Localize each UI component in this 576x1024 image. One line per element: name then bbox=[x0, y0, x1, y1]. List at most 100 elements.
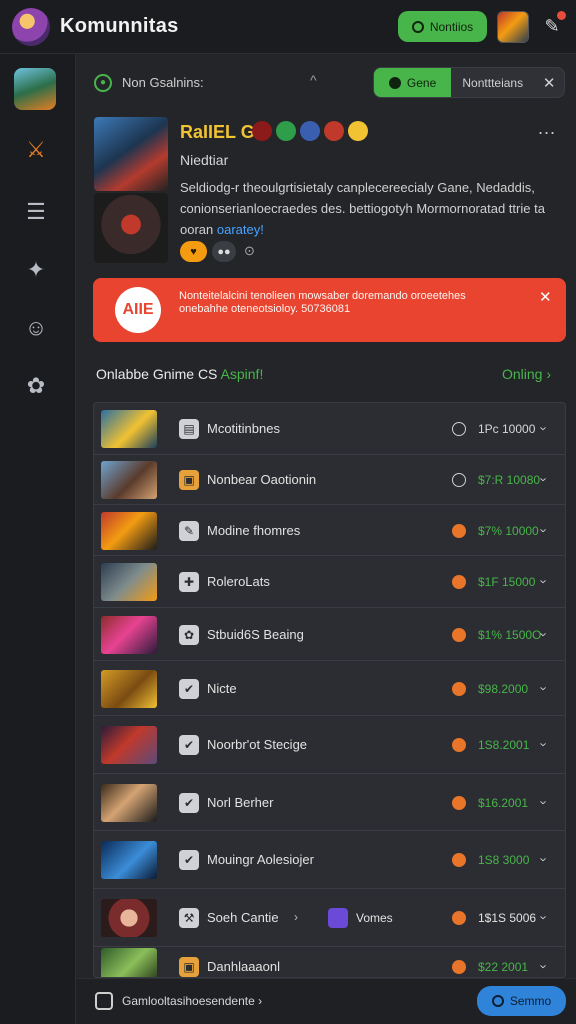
game-thumbnail[interactable] bbox=[101, 512, 157, 550]
badge-orange-icon bbox=[324, 121, 344, 141]
game-type-icon: ✔ bbox=[179, 850, 199, 870]
game-row[interactable]: ▣ Nonbear Oaotionin $7:R 10080 › bbox=[94, 455, 565, 505]
chevron-down-icon[interactable]: › bbox=[537, 857, 552, 861]
game-row[interactable]: ✔ Mouingr Aolesiojer 1S8 3000 › bbox=[94, 831, 565, 889]
game-type-icon: ▣ bbox=[179, 957, 199, 977]
sidebar-layers-icon[interactable]: ☰ bbox=[22, 198, 50, 226]
chevron-up-icon[interactable]: ^ bbox=[310, 72, 317, 88]
tab-game[interactable]: Gene bbox=[374, 68, 452, 97]
channel-name[interactable]: Non Gsalnins: bbox=[122, 75, 204, 90]
app-logo[interactable] bbox=[12, 7, 50, 46]
chevron-down-icon[interactable]: › bbox=[537, 686, 552, 690]
chevron-down-icon[interactable]: › bbox=[537, 964, 552, 968]
game-name[interactable]: Soeh Cantie bbox=[207, 910, 279, 925]
game-type-icon: ▣ bbox=[179, 470, 199, 490]
alert-close-icon[interactable]: ✕ bbox=[539, 288, 552, 306]
notifications-button[interactable]: Nontiios bbox=[398, 11, 487, 42]
sidebar: ⚔ ☰ ✦ ☺ ✿ bbox=[0, 54, 76, 1024]
chevron-down-icon[interactable]: › bbox=[537, 528, 552, 532]
game-name[interactable]: Nonbear Oaotionin bbox=[207, 472, 316, 487]
game-name[interactable]: Stbuid6S Beaing bbox=[207, 627, 304, 642]
game-name[interactable]: Mcotitinbnes bbox=[207, 421, 280, 436]
game-thumbnail[interactable] bbox=[101, 410, 157, 448]
game-row[interactable]: ▣ Danhlaaaonl $22 2001 › bbox=[94, 947, 565, 977]
game-row[interactable]: ✿ Stbuid6S Beaing $1% 1500O › bbox=[94, 608, 565, 661]
sidebar-puzzle-icon[interactable]: ✦ bbox=[22, 256, 50, 284]
game-name[interactable]: Nicte bbox=[207, 681, 237, 696]
post-subtitle: Niedtiar bbox=[180, 152, 229, 168]
game-thumbnail[interactable] bbox=[101, 726, 157, 764]
chevron-down-icon[interactable]: › bbox=[537, 477, 552, 481]
reaction-heart-button[interactable]: ♥ bbox=[180, 241, 207, 262]
messages-icon[interactable]: ✎ bbox=[540, 11, 566, 38]
chevron-right-icon: › bbox=[294, 910, 298, 924]
sidebar-profile-avatar[interactable] bbox=[14, 68, 56, 110]
game-row[interactable]: ✎ Modine fhomres $7% 10000 › bbox=[94, 505, 565, 556]
game-thumbnail[interactable] bbox=[101, 461, 157, 499]
game-name[interactable]: Norl Berher bbox=[207, 795, 273, 810]
top-bar: Komunnitas Nontiios ✎ bbox=[0, 0, 576, 54]
fire-icon bbox=[452, 796, 466, 810]
tab-notifications[interactable]: Nonttteians bbox=[451, 68, 534, 97]
game-value: $7:R 10080 bbox=[478, 473, 541, 487]
chevron-down-icon[interactable]: › bbox=[537, 800, 552, 804]
add-reaction-icon[interactable]: ⊙ bbox=[244, 243, 255, 259]
more-options-icon[interactable]: ... bbox=[538, 118, 556, 139]
game-type-icon: ✔ bbox=[179, 793, 199, 813]
clock-icon bbox=[452, 473, 466, 487]
game-name[interactable]: Danhlaaaonl bbox=[207, 959, 280, 974]
game-name[interactable]: Noorbr'ot Stecige bbox=[207, 737, 307, 752]
game-list: ▤ Mcotitinbnes 1Pc 10000 › ▣ Nonbear Oaotioni… bbox=[93, 402, 566, 978]
game-value: 1Pc 10000 bbox=[478, 422, 536, 436]
linked-game-name[interactable]: Vomes bbox=[356, 911, 393, 925]
chevron-down-icon[interactable]: › bbox=[537, 915, 552, 919]
game-row[interactable]: ✔ Norl Berher $16.2001 › bbox=[94, 774, 565, 831]
section-more-link[interactable]: Onling › bbox=[502, 366, 551, 382]
user-avatar[interactable] bbox=[497, 11, 529, 43]
game-thumbnail[interactable] bbox=[101, 563, 157, 601]
notifications-label: Nontiios bbox=[429, 19, 474, 34]
close-icon[interactable]: ✕ bbox=[534, 68, 564, 97]
game-type-icon: ✎ bbox=[179, 521, 199, 541]
game-row[interactable]: ⚒ Soeh Cantie › Vomes 1$1S 5006 › bbox=[94, 889, 565, 947]
badge-gold-icon bbox=[348, 121, 368, 141]
game-name[interactable]: Mouingr Aolesiojer bbox=[207, 852, 314, 867]
chevron-down-icon[interactable]: › bbox=[537, 742, 552, 746]
bottom-bar: Gamlooltasihoesendente › Semmo bbox=[76, 978, 576, 1024]
game-row[interactable]: ✔ Nicte $98.2000 › bbox=[94, 661, 565, 716]
post-body-text: Seldiodg-r theoulgrtisietaly canpleceree… bbox=[180, 180, 545, 216]
sidebar-settings-icon[interactable]: ✿ bbox=[22, 372, 50, 400]
game-type-icon: ✿ bbox=[179, 625, 199, 645]
post-image-primary[interactable] bbox=[94, 117, 168, 191]
sidebar-weapons-icon[interactable]: ⚔ bbox=[22, 136, 50, 164]
game-value: 1S8 3000 bbox=[478, 853, 530, 867]
game-thumbnail[interactable] bbox=[101, 899, 157, 937]
compose-icon[interactable] bbox=[95, 992, 113, 1010]
game-type-icon: ✔ bbox=[179, 735, 199, 755]
game-thumbnail[interactable] bbox=[101, 670, 157, 708]
game-thumbnail[interactable] bbox=[101, 948, 157, 977]
chevron-down-icon[interactable]: › bbox=[537, 632, 552, 636]
game-value: $98.2000 bbox=[478, 682, 529, 696]
game-name[interactable]: Modine fhomres bbox=[207, 523, 300, 538]
view-toggle: Gene Nonttteians ✕ bbox=[373, 67, 565, 98]
bottom-bar-text[interactable]: Gamlooltasihoesendente › bbox=[122, 994, 262, 1008]
post-image-secondary[interactable] bbox=[94, 193, 168, 263]
chevron-down-icon[interactable]: › bbox=[537, 426, 552, 430]
alert-text: Nonteitelalcini tenolieen mowsaber dorem… bbox=[179, 290, 466, 315]
send-button[interactable]: Semmo bbox=[477, 986, 566, 1016]
game-thumbnail[interactable] bbox=[101, 616, 157, 654]
game-thumbnail[interactable] bbox=[101, 784, 157, 822]
linked-game-icon bbox=[328, 908, 348, 928]
game-thumbnail[interactable] bbox=[101, 841, 157, 879]
chevron-down-icon[interactable]: › bbox=[537, 579, 552, 583]
sidebar-community-icon[interactable]: ☺ bbox=[22, 314, 50, 342]
game-row[interactable]: ▤ Mcotitinbnes 1Pc 10000 › bbox=[94, 403, 565, 455]
reaction-eyes-button[interactable]: ●● bbox=[212, 241, 236, 262]
post-link[interactable]: oaratey! bbox=[217, 222, 264, 237]
game-row[interactable]: ✚ RoleroLats $1F 15000 › bbox=[94, 556, 565, 608]
send-icon bbox=[491, 995, 504, 1007]
game-row[interactable]: ✔ Noorbr'ot Stecige 1S8.2001 › bbox=[94, 716, 565, 774]
game-value: $1F 15000 bbox=[478, 575, 536, 589]
game-name[interactable]: RoleroLats bbox=[207, 574, 270, 589]
